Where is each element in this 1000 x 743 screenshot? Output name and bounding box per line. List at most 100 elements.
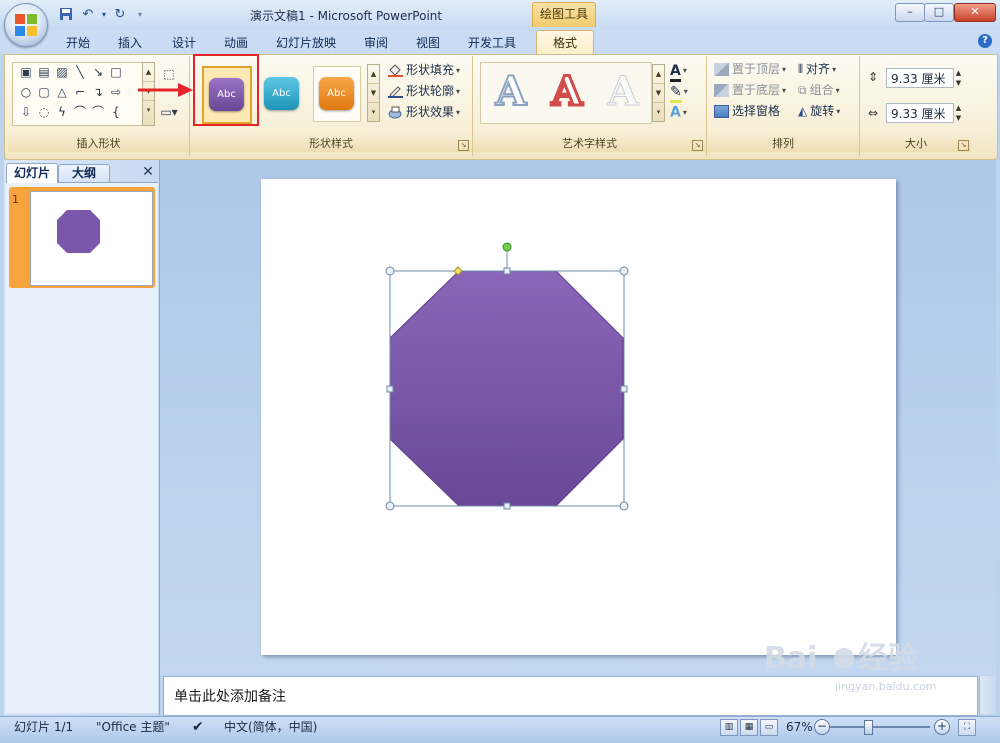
slide-show-view-icon[interactable]: ▭: [760, 719, 778, 736]
shape-styles-label: 形状样式: [190, 136, 472, 152]
minimize-button[interactable]: –: [895, 3, 925, 22]
right-arrow-shape-icon[interactable]: ⇨: [108, 86, 124, 99]
rounded-rect-icon[interactable]: ▢: [36, 86, 52, 99]
picture-box-icon[interactable]: ▨: [54, 66, 70, 79]
undo-dropdown-icon[interactable]: ▾: [96, 7, 112, 23]
shape-styles-scroll[interactable]: ▲ ▼ ▾: [367, 64, 380, 122]
help-icon[interactable]: ?: [978, 34, 992, 48]
width-spinner[interactable]: ▲ ▼: [953, 103, 964, 123]
window-title: 演示文稿1 - Microsoft PowerPoint: [250, 9, 443, 23]
zoom-slider-thumb[interactable]: [864, 720, 873, 735]
tab-outline[interactable]: 大纲: [58, 164, 110, 182]
shape-height-icon: ⇕: [868, 70, 879, 84]
redo-icon[interactable]: ↻: [112, 7, 128, 23]
shape-style-blue[interactable]: Abc: [258, 66, 306, 122]
text-effects-button[interactable]: A ▾: [670, 103, 687, 122]
zoom-slider-track[interactable]: [830, 726, 930, 728]
slide-thumbnail[interactable]: [30, 191, 153, 286]
gallery-more-icon[interactable]: ▾: [143, 101, 154, 119]
tab-home[interactable]: 开始: [62, 34, 94, 52]
wordart-style-1[interactable]: A: [486, 64, 536, 120]
text-fill-button[interactable]: A ▾: [670, 61, 687, 82]
gallery-more-icon[interactable]: ▾: [368, 103, 379, 121]
close-button[interactable]: ✕: [954, 3, 996, 22]
scroll-up-icon[interactable]: ▲: [368, 65, 379, 84]
wordart-style-3[interactable]: A: [598, 64, 648, 120]
size-launcher-icon[interactable]: ↘: [958, 140, 969, 151]
curve-shape-icon[interactable]: ⌒: [72, 106, 88, 119]
status-language[interactable]: 中文(简体，中国): [224, 719, 317, 735]
zoom-level[interactable]: 67%: [786, 719, 813, 735]
shape-effects-button[interactable]: 形状效果 ▾: [388, 103, 460, 122]
red-arrow-annotation: [138, 83, 193, 97]
shape-fill-button[interactable]: 形状填充 ▾: [388, 61, 460, 80]
octagon-shape[interactable]: [380, 238, 636, 516]
save-icon[interactable]: [58, 7, 74, 23]
textbox-shape-icon[interactable]: ▣: [18, 66, 34, 79]
tab-slide-show[interactable]: 幻灯片放映: [272, 34, 340, 52]
dropdown-arrow-icon: ▾: [456, 87, 461, 96]
tab-design[interactable]: 设计: [168, 34, 200, 52]
line-icon[interactable]: ╲: [72, 66, 88, 79]
wordart-launcher-icon[interactable]: ↘: [692, 140, 703, 151]
scroll-down-icon[interactable]: ▼: [653, 84, 664, 103]
slide-sorter-view-icon[interactable]: ▦: [740, 719, 758, 736]
shape-style-orange[interactable]: Abc: [313, 66, 361, 122]
customize-quick-access-icon[interactable]: ▾: [132, 7, 148, 23]
freeform-shape-icon[interactable]: ◌: [36, 106, 52, 119]
oval-shape-icon[interactable]: ○: [18, 86, 34, 99]
office-button[interactable]: [4, 3, 48, 47]
tab-review[interactable]: 审阅: [360, 34, 392, 52]
bring-front-icon: [714, 63, 729, 76]
arc-shape-icon[interactable]: ⌒: [90, 106, 106, 119]
spell-check-icon[interactable]: ✔: [192, 719, 204, 735]
fit-to-window-icon[interactable]: ⛶: [958, 719, 976, 736]
vertical-textbox-icon[interactable]: ▤: [36, 66, 52, 79]
brace-shape-icon[interactable]: {: [108, 106, 124, 119]
bring-to-front-button[interactable]: 置于顶层 ▾: [714, 60, 786, 79]
gallery-more-icon[interactable]: ▾: [653, 103, 664, 121]
wordart-gallery-scroll[interactable]: ▲ ▼ ▾: [652, 64, 665, 122]
triangle-shape-icon[interactable]: △: [54, 86, 70, 99]
tab-developer[interactable]: 开发工具: [464, 34, 520, 52]
selection-pane-button[interactable]: 选择窗格: [714, 102, 780, 121]
text-outline-button[interactable]: ✎ ▾: [670, 82, 688, 103]
zoom-out-icon[interactable]: −: [814, 719, 830, 735]
group-button[interactable]: ⧉ 组合 ▾: [798, 81, 840, 100]
elbow-arrow-icon[interactable]: ↴: [90, 86, 106, 99]
scroll-up-icon[interactable]: ▲: [653, 65, 664, 84]
status-theme[interactable]: "Office 主题": [96, 719, 170, 735]
maximize-button[interactable]: □: [924, 3, 954, 22]
shape-height-input[interactable]: 9.33 厘米: [886, 68, 954, 88]
close-panel-icon[interactable]: ✕: [141, 165, 155, 179]
rectangle-shape-icon[interactable]: □: [108, 66, 124, 79]
normal-view-icon[interactable]: ▥: [720, 719, 738, 736]
tab-format[interactable]: 格式: [536, 30, 594, 55]
lightning-shape-icon[interactable]: ϟ: [54, 106, 70, 119]
style-swatch-label: Abc: [264, 77, 299, 110]
height-spinner[interactable]: ▲ ▼: [953, 68, 964, 88]
notes-scrollbar[interactable]: [979, 676, 996, 714]
shape-width-input[interactable]: 9.33 厘米: [886, 103, 954, 123]
arrow-line-icon[interactable]: ↘: [90, 66, 106, 79]
shape-styles-launcher-icon[interactable]: ↘: [458, 140, 469, 151]
shape-fill-label: 形状填充: [406, 63, 455, 77]
tab-view[interactable]: 视图: [412, 34, 444, 52]
tab-slides[interactable]: 幻灯片: [6, 163, 58, 183]
style-swatch-label: Abc: [319, 77, 354, 110]
elbow-connector-icon[interactable]: ⌐: [72, 86, 88, 99]
rotate-button[interactable]: ◭ 旋转 ▾: [798, 102, 840, 121]
dropdown-arrow-icon: ▾: [682, 66, 687, 75]
tab-insert[interactable]: 插入: [114, 34, 146, 52]
zoom-in-icon[interactable]: +: [934, 719, 950, 735]
send-to-back-button[interactable]: 置于底层 ▾: [714, 81, 786, 100]
align-button[interactable]: ⫴ 对齐 ▾: [798, 60, 836, 79]
tab-animations[interactable]: 动画: [220, 34, 252, 52]
down-arrow-shape-icon[interactable]: ⇩: [18, 106, 34, 119]
undo-icon[interactable]: ↶: [80, 7, 96, 23]
shape-outline-button[interactable]: 形状轮廓 ▾: [388, 82, 460, 101]
wordart-style-2[interactable]: A: [542, 64, 592, 120]
dropdown-arrow-icon: ▾: [782, 65, 787, 74]
draw-textbox-icon[interactable]: ▭▾: [158, 106, 180, 119]
scroll-down-icon[interactable]: ▼: [368, 84, 379, 103]
